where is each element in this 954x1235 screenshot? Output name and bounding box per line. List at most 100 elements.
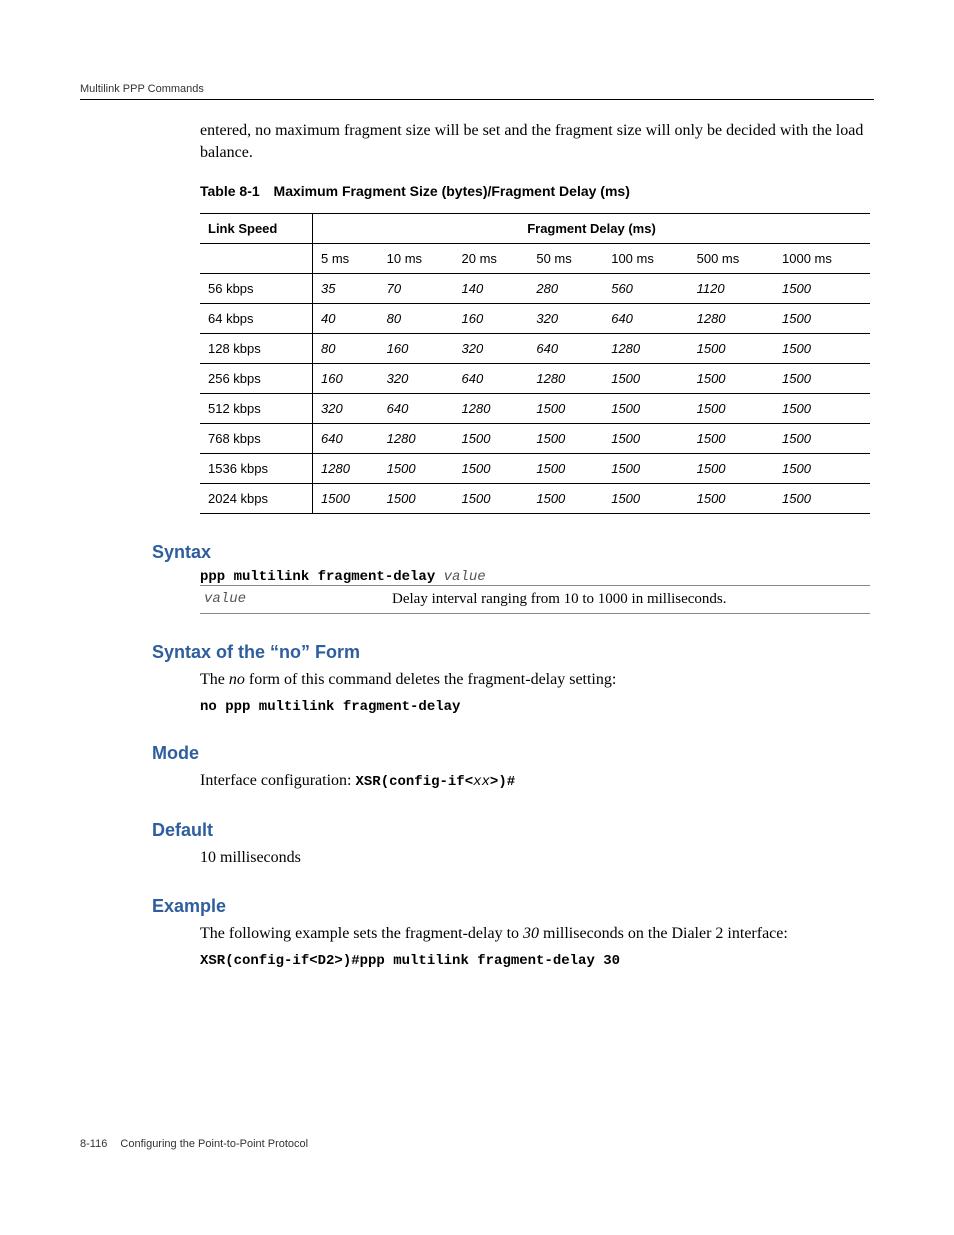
- cell: 1500: [454, 454, 529, 484]
- table-row: 768 kbps640128015001500150015001500: [200, 424, 870, 454]
- cmd-text: ppp multilink fragment-delay: [200, 569, 444, 585]
- cell: 1500: [774, 274, 870, 304]
- cell: 320: [379, 364, 454, 394]
- cell: 1280: [379, 424, 454, 454]
- table-number: Table 8-1: [200, 183, 260, 199]
- cell: 160: [454, 304, 529, 334]
- table-row: 56 kbps357014028056011201500: [200, 274, 870, 304]
- table-row: 128 kbps80160320640128015001500: [200, 334, 870, 364]
- fragment-size-table: Link Speed Fragment Delay (ms) 5 ms 10 m…: [200, 213, 870, 514]
- heading-mode: Mode: [152, 743, 874, 764]
- cell: 80: [313, 334, 379, 364]
- cell: 1500: [774, 394, 870, 424]
- cell: 1500: [689, 424, 774, 454]
- cell: 1500: [689, 454, 774, 484]
- page: Multilink PPP Commands entered, no maxim…: [0, 0, 954, 1235]
- param-desc: Delay interval ranging from 10 to 1000 i…: [388, 586, 870, 614]
- page-number: 8-116: [80, 1138, 107, 1150]
- cell: 1500: [528, 424, 603, 454]
- cell: 1500: [689, 484, 774, 514]
- cell: 640: [454, 364, 529, 394]
- cell: 1120: [689, 274, 774, 304]
- cell: 1280: [603, 334, 688, 364]
- cell: 640: [528, 334, 603, 364]
- page-footer: 8-116 Configuring the Point-to-Point Pro…: [80, 1138, 308, 1150]
- cell: 1500: [689, 334, 774, 364]
- sub-header: 500 ms: [689, 244, 774, 274]
- sub-header: 100 ms: [603, 244, 688, 274]
- table-row: 1536 kbps1280150015001500150015001500: [200, 454, 870, 484]
- table-caption: Table 8-1 Maximum Fragment Size (bytes)/…: [80, 183, 874, 199]
- heading-syntax: Syntax: [152, 542, 874, 563]
- table-title: Maximum Fragment Size (bytes)/Fragment D…: [274, 183, 630, 199]
- cell: 320: [454, 334, 529, 364]
- param-name: value: [200, 586, 388, 614]
- sub-header: 1000 ms: [774, 244, 870, 274]
- cell: 70: [379, 274, 454, 304]
- mode-text: Interface configuration: XSR(config-if<x…: [80, 770, 874, 792]
- cell: 1280: [689, 304, 774, 334]
- syntax-command: ppp multilink fragment-delay value: [80, 569, 874, 585]
- sub-header-blank: [200, 244, 313, 274]
- cell: 1500: [528, 454, 603, 484]
- cell: 1280: [313, 454, 379, 484]
- sub-header: 20 ms: [454, 244, 529, 274]
- cell: 160: [379, 334, 454, 364]
- cell-speed: 768 kbps: [200, 424, 313, 454]
- cell: 40: [313, 304, 379, 334]
- param-table: value Delay interval ranging from 10 to …: [200, 585, 870, 614]
- col-header-fragment-delay: Fragment Delay (ms): [313, 214, 871, 244]
- cell: 640: [313, 424, 379, 454]
- cell: 1500: [603, 364, 688, 394]
- no-form-command: no ppp multilink fragment-delay: [80, 699, 874, 715]
- cell: 320: [313, 394, 379, 424]
- cell-speed: 1536 kbps: [200, 454, 313, 484]
- cell: 1500: [774, 484, 870, 514]
- col-header-link-speed: Link Speed: [200, 214, 313, 244]
- sub-header: 10 ms: [379, 244, 454, 274]
- chapter-title: Configuring the Point-to-Point Protocol: [120, 1138, 308, 1150]
- default-text: 10 milliseconds: [80, 847, 874, 869]
- cell: 1500: [313, 484, 379, 514]
- cell-speed: 128 kbps: [200, 334, 313, 364]
- cell: 640: [603, 304, 688, 334]
- cell-speed: 64 kbps: [200, 304, 313, 334]
- cell: 1500: [379, 484, 454, 514]
- cell: 640: [379, 394, 454, 424]
- heading-default: Default: [152, 820, 874, 841]
- cell: 1500: [774, 334, 870, 364]
- sub-header: 5 ms: [313, 244, 379, 274]
- intro-paragraph: entered, no maximum fragment size will b…: [80, 120, 874, 163]
- cell-speed: 56 kbps: [200, 274, 313, 304]
- cell: 1500: [528, 484, 603, 514]
- cell: 1500: [689, 364, 774, 394]
- cell-speed: 256 kbps: [200, 364, 313, 394]
- cell-speed: 512 kbps: [200, 394, 313, 424]
- cell: 1500: [774, 364, 870, 394]
- cell-speed: 2024 kbps: [200, 484, 313, 514]
- cell: 1500: [603, 484, 688, 514]
- table-row: 2024 kbps1500150015001500150015001500: [200, 484, 870, 514]
- cell: 1500: [774, 454, 870, 484]
- cell: 1500: [528, 394, 603, 424]
- cell: 1500: [774, 424, 870, 454]
- table-row: 256 kbps1603206401280150015001500: [200, 364, 870, 394]
- cell: 1500: [603, 394, 688, 424]
- table-row: 64 kbps408016032064012801500: [200, 304, 870, 334]
- cell: 1500: [689, 394, 774, 424]
- sub-header: 50 ms: [528, 244, 603, 274]
- cell: 1280: [454, 394, 529, 424]
- cell: 1500: [379, 454, 454, 484]
- heading-example: Example: [152, 896, 874, 917]
- cell: 280: [528, 274, 603, 304]
- cell: 80: [379, 304, 454, 334]
- heading-no-form: Syntax of the “no” Form: [152, 642, 874, 663]
- table-row: 512 kbps32064012801500150015001500: [200, 394, 870, 424]
- example-command: XSR(config-if<D2>)#ppp multilink fragmen…: [80, 953, 874, 969]
- cell: 1500: [454, 484, 529, 514]
- cmd-arg: value: [444, 569, 486, 585]
- no-form-text: The no form of this command deletes the …: [80, 669, 874, 691]
- cell: 140: [454, 274, 529, 304]
- cell: 1500: [603, 454, 688, 484]
- cell: 1500: [454, 424, 529, 454]
